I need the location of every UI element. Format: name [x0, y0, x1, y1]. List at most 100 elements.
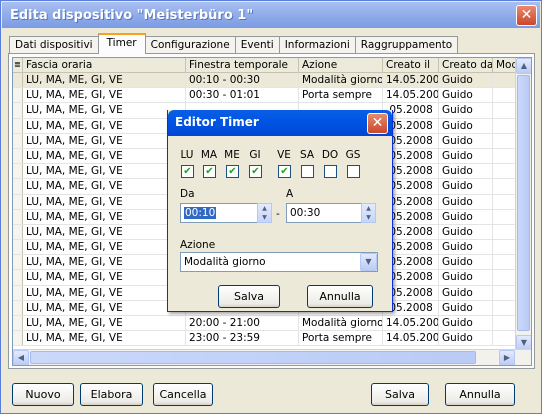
day-checkbox-lu[interactable]: ✔ [181, 165, 194, 178]
cell-creato-da: Guido [439, 88, 493, 103]
cell-creato-da: Guido [439, 300, 493, 315]
dialog-cancel-button[interactable]: Annulla [307, 285, 373, 308]
row-selector[interactable] [13, 179, 23, 194]
save-button[interactable]: Salva [371, 383, 429, 406]
row-selector[interactable] [13, 300, 23, 315]
row-selector[interactable] [13, 88, 23, 103]
table-row[interactable]: LU, MA, ME, GI, VE 00:30 - 01:01 Porta sem… [13, 88, 523, 104]
action-label: Azione [180, 239, 216, 251]
scroll-up-icon[interactable]: ▲ [516, 58, 531, 74]
cell-fascia-oraria: LU, MA, ME, GI, VE [23, 194, 186, 209]
vertical-scroll-thumb[interactable] [517, 75, 530, 331]
cell-creato-il: 14.05.2008 [383, 73, 439, 88]
scroll-right-icon[interactable]: ▶ [499, 350, 515, 365]
day-label-me: ME [224, 149, 240, 161]
cell-creato-da: Guido [439, 331, 493, 346]
cell-fascia-oraria: LU, MA, ME, GI, VE [23, 300, 186, 315]
tab-raggruppamento[interactable]: Raggruppamento [354, 36, 459, 54]
cell-azione: Porta sempre [299, 88, 383, 103]
day-checkbox-sa[interactable] [301, 165, 314, 178]
dialog-close-button[interactable]: ✕ [367, 113, 388, 134]
cell-fascia-oraria: LU, MA, ME, GI, VE [23, 103, 186, 118]
cell-creato-da: Guido [439, 270, 493, 285]
column-fascia-oraria[interactable]: Fascia oraria [23, 58, 186, 73]
row-selector[interactable] [13, 285, 23, 300]
to-time-spinner[interactable]: ▲ ▼ [361, 203, 376, 223]
tab-timer[interactable]: Timer [97, 33, 146, 54]
edit-button[interactable]: Elabora [80, 383, 143, 406]
row-selector[interactable] [13, 331, 23, 346]
cell-fascia-oraria: LU, MA, ME, GI, VE [23, 179, 186, 194]
column-azione[interactable]: Azione [299, 58, 383, 73]
cell-creato-da: Guido [439, 164, 493, 179]
tab-dati-dispositivi[interactable]: Dati dispositivi [9, 36, 99, 54]
cell-finestra-temporale: 20:00 - 21:00 [186, 316, 299, 331]
day-checkbox-gs[interactable] [347, 165, 360, 178]
column-creato-il[interactable]: Creato il [383, 58, 439, 73]
cell-creato-da: Guido [439, 179, 493, 194]
to-time-field[interactable]: 00:30 [286, 203, 368, 223]
cell-fascia-oraria: LU, MA, ME, GI, VE [23, 255, 186, 270]
cell-fascia-oraria: LU, MA, ME, GI, VE [23, 73, 186, 88]
column-finestra-temporale[interactable]: Finestra temporale [186, 58, 299, 73]
row-selector[interactable] [13, 240, 23, 255]
row-selector[interactable] [13, 270, 23, 285]
delete-button[interactable]: Cancella [153, 383, 213, 406]
row-selector[interactable] [13, 73, 23, 88]
horizontal-scrollbar[interactable]: ◀ ▶ [13, 349, 531, 365]
cell-fascia-oraria: LU, MA, ME, GI, VE [23, 224, 186, 240]
cell-azione: Modalità giorno [299, 316, 383, 331]
row-selector[interactable] [13, 148, 23, 164]
row-selector[interactable] [13, 224, 23, 240]
from-time-spinner[interactable]: ▲ ▼ [257, 203, 272, 223]
cell-fascia-oraria: LU, MA, ME, GI, VE [23, 316, 186, 331]
row-selector[interactable] [13, 209, 23, 224]
day-label-ma: MA [200, 149, 218, 161]
chevron-down-icon[interactable]: ▼ [360, 253, 377, 271]
cell-fascia-oraria: LU, MA, ME, GI, VE [23, 209, 186, 224]
scroll-left-icon[interactable]: ◀ [13, 350, 29, 365]
day-checkbox-ma[interactable]: ✔ [203, 165, 216, 178]
from-time-field[interactable]: 00:10 [180, 203, 264, 223]
column-creato-da[interactable]: Creato da [439, 58, 493, 73]
cell-creato-da: Guido [439, 118, 493, 133]
row-selector[interactable] [13, 164, 23, 179]
new-button[interactable]: Nuovo [12, 383, 74, 406]
tab-configurazione[interactable]: Configurazione [144, 36, 236, 54]
day-label-gs: GS [345, 149, 361, 161]
dialog-save-button[interactable]: Salva [218, 285, 280, 308]
day-checkbox-gi[interactable]: ✔ [249, 165, 262, 178]
tab-eventi[interactable]: Eventi [234, 36, 280, 54]
cell-creato-da: Guido [439, 224, 493, 240]
close-icon: ✕ [371, 115, 384, 131]
close-window-button[interactable]: ✕ [516, 5, 537, 26]
cell-creato-da: Guido [439, 148, 493, 164]
table-row[interactable]: LU, MA, ME, GI, VE 20:00 - 21:00 Modalità … [13, 316, 523, 332]
tab-informazioni[interactable]: Informazioni [278, 36, 356, 54]
horizontal-scroll-thumb[interactable] [30, 351, 476, 364]
row-selector[interactable] [13, 133, 23, 148]
row-selector[interactable] [13, 316, 23, 331]
row-selector[interactable] [13, 103, 23, 118]
cell-fascia-oraria: LU, MA, ME, GI, VE [23, 164, 186, 179]
day-checkbox-ve[interactable]: ✔ [278, 165, 291, 178]
day-checkbox-me[interactable]: ✔ [226, 165, 239, 178]
row-selector[interactable] [13, 255, 23, 270]
day-label-gi: GI [249, 149, 261, 161]
cell-creato-da: Guido [439, 103, 493, 118]
table-row[interactable]: LU, MA, ME, GI, VE 00:10 - 00:30 Modalità … [13, 73, 523, 89]
action-select[interactable]: Modalità giorno [180, 252, 378, 272]
vertical-scrollbar[interactable]: ▲ ▼ [515, 58, 531, 351]
cell-creato-da: Guido [439, 285, 493, 300]
cell-fascia-oraria: LU, MA, ME, GI, VE [23, 118, 186, 133]
main-window: Edita dispositivo "Meisterbüro 1" ✕ Dati… [0, 0, 542, 414]
cell-fascia-oraria: LU, MA, ME, GI, VE [23, 88, 186, 103]
row-selector[interactable] [13, 118, 23, 133]
cell-fascia-oraria: LU, MA, ME, GI, VE [23, 331, 186, 346]
cell-creato-il: 14.05.2008 [383, 331, 439, 346]
row-selector[interactable] [13, 194, 23, 209]
cancel-button[interactable]: Annulla [445, 383, 515, 406]
day-checkbox-do[interactable] [324, 165, 337, 178]
cell-creato-il: 14.05.2008 [383, 88, 439, 103]
table-row[interactable]: LU, MA, ME, GI, VE 23:00 - 23:59 Porta sem… [13, 331, 523, 347]
